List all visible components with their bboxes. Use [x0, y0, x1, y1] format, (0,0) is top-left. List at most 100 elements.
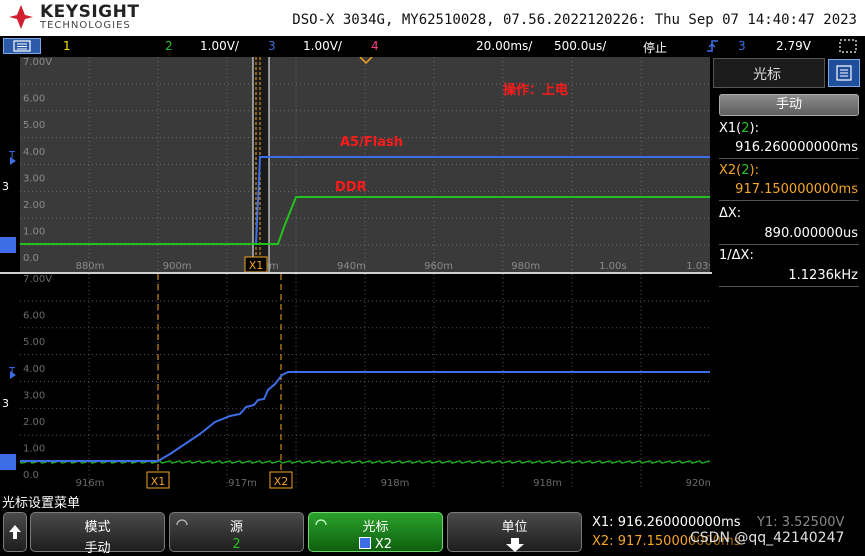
softkey-units[interactable]: 单位 — [447, 512, 582, 552]
overview-x-axis-labels: 880m900m920m940m960m980m1.00s1.03s — [76, 261, 710, 272]
x-tick-label: 920m — [686, 478, 710, 489]
y-tick-label: 3.00 — [23, 173, 45, 184]
ch3-label[interactable]: 3 — [268, 39, 276, 53]
ch4-label[interactable]: 4 — [371, 39, 379, 53]
softkey-source[interactable]: 源 2 — [169, 512, 304, 552]
x-tick-label: 980m — [511, 261, 540, 272]
cursor-mode-button[interactable]: 手动 — [719, 94, 859, 116]
zoom-x2-tag-label: X2 — [274, 475, 289, 488]
y-tick-label: 0.0 — [23, 253, 39, 264]
y-tick-label: 1.00 — [23, 227, 45, 238]
inverse-delta-x-value: 1.1236kHz — [788, 268, 858, 283]
rotate-knob-icon — [176, 519, 188, 526]
zoom-gridlines — [20, 274, 710, 489]
ch2-label[interactable]: 2 — [165, 39, 173, 53]
ch1-label[interactable]: 1 — [63, 39, 71, 53]
arrow-down-icon — [505, 538, 524, 552]
overview-waveform-display[interactable]: 7.00V 6.00 5.00 4.00 3.00 2.00 1.00 0.0 880m 900… — [20, 57, 710, 272]
x-tick-label: 880m — [76, 261, 105, 272]
delay-marker-icon — [359, 57, 373, 65]
status-bar: 1 2 1.00V/ 3 1.00V/ 4 20.00ms/ 500.0us/ … — [0, 36, 865, 56]
softkey-cursors-label: 光标 — [362, 520, 389, 535]
timebase-value: 20.00ms/ — [476, 39, 533, 53]
y-tick-label: 6.00 — [23, 94, 45, 105]
y-tick-label: 5.00 — [23, 120, 45, 131]
ch2-scale: 1.00V/ — [200, 39, 239, 53]
panel-menu-button[interactable] — [828, 59, 860, 87]
readout-y1: Y1: 3.52500V — [757, 515, 845, 530]
softkey-mode-label: 模式 — [84, 520, 111, 535]
ch3-waveform-overview — [20, 156, 710, 245]
y-tick-label: 1.00 — [23, 444, 45, 455]
y-tick-label: 7.00V — [23, 57, 52, 68]
x1-readout-value: 916.260000000ms — [735, 140, 858, 155]
y-tick-label: 7.00V — [23, 274, 52, 285]
readout-x1: X1: 916.260000000ms — [592, 515, 741, 530]
inverse-delta-x-label: 1/ΔX: — [719, 248, 754, 263]
x-tick-label: 918m — [533, 478, 562, 489]
ch3-scale: 1.00V/ — [303, 39, 342, 53]
trigger-marker-lower-label: T — [9, 366, 16, 377]
y-tick-label: 6.00 — [23, 311, 45, 322]
trigger-channel: 3 — [738, 39, 746, 53]
zoom-x1-tag-label: X1 — [151, 475, 166, 488]
tab-cursors-label: 光标 — [753, 67, 781, 83]
main-menu-button[interactable] — [3, 38, 41, 54]
softkey-cursors-value: X2 — [374, 537, 393, 552]
softkey-mode[interactable]: 模式 手动 — [30, 512, 165, 556]
x2-readout-label: X2(2): — [719, 163, 759, 178]
overview-gridlines — [20, 57, 710, 272]
overview-y-axis-labels: 7.00V 6.00 5.00 4.00 3.00 2.00 1.00 0.0 — [23, 57, 52, 264]
y-tick-label: 4.00 — [23, 147, 45, 158]
divider — [719, 158, 859, 159]
rotate-knob-icon — [315, 519, 327, 526]
softkey-units-label: 单位 — [501, 520, 528, 535]
overview-x1-tag-label: X1 — [249, 259, 264, 272]
keysight-logo-icon — [9, 5, 33, 29]
x-tick-label: 917m — [228, 478, 257, 489]
x-tick-label: 1.03s — [686, 261, 710, 272]
list-icon — [836, 65, 852, 81]
brand-name: KEYSIGHT — [40, 2, 140, 22]
channel-markers — [0, 157, 16, 470]
ch3-marker-upper-label: 3 — [2, 180, 9, 193]
y-tick-label: 2.00 — [23, 417, 45, 428]
softkey-mode-value: 手动 — [84, 541, 111, 556]
trigger-marker-upper-label: T — [9, 150, 16, 161]
zoom-x-axis-labels: 916m 917m 918m 918m 920m — [76, 478, 710, 489]
fullscreen-icon[interactable] — [838, 37, 858, 55]
y-tick-label: 5.00 — [23, 337, 45, 348]
watermark: CSDN @qq_42140247 — [690, 530, 845, 546]
x-tick-label: 1.00s — [599, 261, 626, 272]
title-bar: KEYSIGHT TECHNOLOGIES DSO-X 3034G, MY625… — [0, 0, 865, 36]
delta-x-label: ΔX: — [719, 206, 742, 221]
trigger-level: 2.79V — [776, 39, 811, 53]
divider — [719, 244, 859, 245]
menu-title: 光标设置菜单 — [2, 496, 81, 511]
ch3-marker-upper[interactable] — [0, 237, 16, 253]
back-button[interactable] — [3, 512, 27, 552]
divider — [719, 200, 859, 201]
annotation-operation: 操作：上电 — [503, 82, 568, 98]
zoom-y-axis-labels: 7.00V 6.00 5.00 4.00 3.00 2.00 1.00 0.0 — [23, 274, 52, 481]
softkey-cursors[interactable]: 光标 X2 — [308, 512, 443, 552]
y-tick-label: 4.00 — [23, 364, 45, 375]
menu-title-bar — [0, 491, 865, 510]
annotation-ddr: DDR — [335, 180, 367, 195]
ch3-marker-lower[interactable] — [0, 454, 16, 470]
x1-readout-label: X1(2): — [719, 121, 759, 136]
ch3-marker-lower-label: 3 — [2, 397, 9, 410]
x-tick-label: 940m — [337, 261, 366, 272]
x-tick-label: 900m — [163, 261, 192, 272]
softkey-source-value: 2 — [232, 537, 241, 552]
softkey-source-label: 源 — [229, 520, 243, 535]
trigger-edge-icon — [707, 40, 718, 52]
zoom-waveform-display[interactable]: 7.00V 6.00 5.00 4.00 3.00 2.00 1.00 0.0 916m 917… — [20, 274, 710, 489]
x2-readout-value: 917.150000000ms — [735, 182, 858, 197]
cursor-select-checkbox — [358, 537, 371, 549]
annotation-a5-flash: A5/Flash — [340, 135, 403, 150]
arrow-up-icon — [9, 525, 21, 539]
x-tick-label: 960m — [424, 261, 453, 272]
delta-x-value: 890.000000us — [764, 226, 858, 241]
menu-icon — [13, 40, 31, 52]
